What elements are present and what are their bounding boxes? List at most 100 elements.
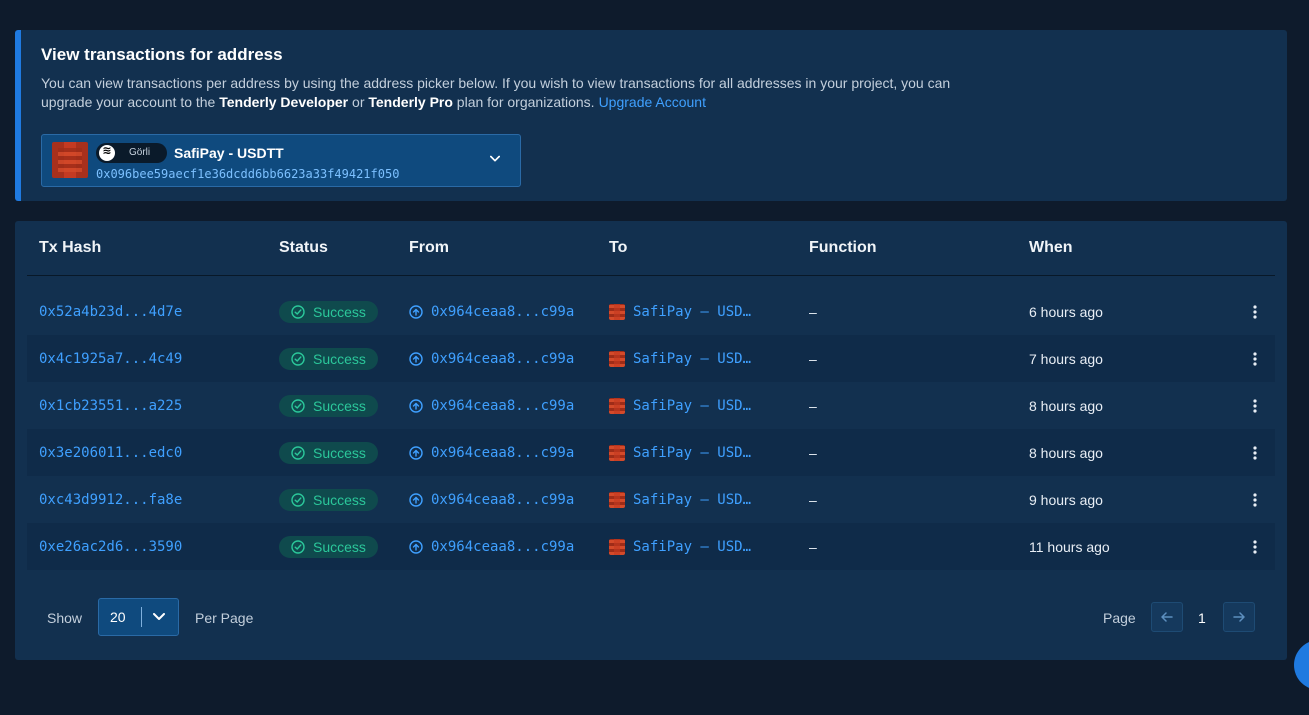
from-address-text: 0x964ceaa8...c99a [431, 538, 575, 555]
when-cell: 7 hours ago [1029, 350, 1103, 367]
status-cell: Success [279, 429, 378, 476]
row-menu-button[interactable] [1245, 335, 1265, 382]
tx-hash-link[interactable]: 0xc43d9912...fa8e [39, 476, 182, 523]
status-cell: Success [279, 382, 378, 429]
to-contract-link[interactable]: SafiPay – USD… [609, 335, 751, 382]
when-cell: 9 hours ago [1029, 491, 1103, 508]
tx-hash-link[interactable]: 0x3e206011...edc0 [39, 429, 182, 476]
function-cell: – [809, 491, 817, 508]
current-page: 1 [1198, 610, 1206, 626]
check-circle-icon [291, 398, 305, 413]
arrow-up-circle-icon [409, 304, 423, 319]
from-address-link[interactable]: 0x964ceaa8...c99a [409, 335, 574, 382]
function-cell: – [809, 444, 817, 461]
table-row[interactable]: 0x1cb23551...a225 Success 0x964ceaa8...c… [27, 382, 1275, 429]
arrow-up-circle-icon [409, 539, 423, 554]
status-text: Success [313, 397, 366, 414]
info-title: View transactions for address [41, 45, 283, 64]
chevron-down-icon [153, 613, 165, 620]
status-badge: Success [279, 488, 378, 511]
info-description: You can view transactions per address by… [41, 74, 971, 112]
function-cell: – [809, 303, 817, 320]
to-contract-link[interactable]: SafiPay – USD… [609, 382, 751, 429]
network-badge: Görli [96, 143, 167, 163]
row-menu-button[interactable] [1245, 523, 1265, 570]
to-contract-text: SafiPay – USD… [633, 303, 752, 320]
next-page-button[interactable] [1223, 602, 1255, 632]
row-menu-button[interactable] [1245, 476, 1265, 523]
table-row[interactable]: 0x52a4b23d...4d7e Success 0x964ceaa8...c… [27, 288, 1275, 335]
contract-avatar [609, 444, 625, 461]
address-info-panel: View transactions for address You can vi… [15, 30, 1287, 201]
from-address-link[interactable]: 0x964ceaa8...c99a [409, 523, 574, 570]
contract-avatar [609, 397, 625, 414]
function-cell: – [809, 538, 817, 555]
table-row[interactable]: 0x4c1925a7...4c49 Success 0x964ceaa8...c… [27, 335, 1275, 382]
to-contract-link[interactable]: SafiPay – USD… [609, 429, 751, 476]
kebab-menu-icon [1253, 492, 1257, 507]
status-badge: Success [279, 535, 378, 558]
kebab-menu-icon [1253, 445, 1257, 460]
when-cell: 11 hours ago [1029, 538, 1110, 555]
function-cell: – [809, 350, 817, 367]
status-text: Success [313, 491, 366, 508]
to-contract-text: SafiPay – USD… [633, 350, 752, 367]
check-circle-icon [291, 539, 305, 554]
upgrade-account-link[interactable]: Upgrade Account [599, 94, 706, 110]
tx-hash-link[interactable]: 0xe26ac2d6...3590 [39, 523, 182, 570]
info-desc-text-2: plan for organizations. [452, 94, 595, 110]
tx-hash-link[interactable]: 0x52a4b23d...4d7e [39, 288, 182, 335]
network-label: Görli [129, 147, 151, 158]
status-badge: Success [279, 347, 378, 370]
contract-address: 0x096bee59aecf1e36dcdd6bb6623a33f49421f0… [96, 167, 400, 181]
page-label: Page [1103, 610, 1136, 626]
header-when: When [1029, 239, 1073, 256]
tx-hash-link[interactable]: 0x1cb23551...a225 [39, 382, 182, 429]
tx-hash-link[interactable]: 0x4c1925a7...4c49 [39, 335, 182, 382]
address-picker[interactable]: Görli SafiPay - USDTT 0x096bee59aecf1e36… [41, 134, 521, 187]
table-row[interactable]: 0xc43d9912...fa8e Success 0x964ceaa8...c… [27, 476, 1275, 523]
kebab-menu-icon [1253, 351, 1257, 366]
kebab-menu-icon [1253, 539, 1257, 554]
table-row[interactable]: 0xe26ac2d6...3590 Success 0x964ceaa8...c… [27, 523, 1275, 570]
contract-avatar [609, 350, 625, 367]
row-menu-button[interactable] [1245, 382, 1265, 429]
table-header: Tx Hash Status From To Function When [27, 221, 1275, 276]
row-menu-button[interactable] [1245, 429, 1265, 476]
to-contract-link[interactable]: SafiPay – USD… [609, 288, 751, 335]
chevron-down-icon [490, 155, 500, 162]
show-label: Show [47, 610, 83, 626]
per-page-label: Per Page [195, 610, 254, 626]
arrow-left-icon [1161, 612, 1173, 622]
arrow-right-icon [1233, 612, 1245, 622]
function-cell: – [809, 397, 817, 414]
from-address-text: 0x964ceaa8...c99a [431, 303, 575, 320]
kebab-menu-icon [1253, 304, 1257, 319]
from-address-link[interactable]: 0x964ceaa8...c99a [409, 476, 574, 523]
from-address-link[interactable]: 0x964ceaa8...c99a [409, 288, 574, 335]
to-contract-link[interactable]: SafiPay – USD… [609, 523, 751, 570]
page-size-value: 20 [110, 609, 126, 625]
arrow-up-circle-icon [409, 398, 423, 413]
when-cell: 8 hours ago [1029, 397, 1103, 414]
help-chat-button[interactable] [1294, 640, 1309, 690]
to-contract-link[interactable]: SafiPay – USD… [609, 476, 751, 523]
contract-avatar [609, 303, 625, 320]
arrow-up-circle-icon [409, 492, 423, 507]
from-address-link[interactable]: 0x964ceaa8...c99a [409, 429, 574, 476]
page-size-select[interactable]: 20 [98, 598, 179, 636]
table-row[interactable]: 0x3e206011...edc0 Success 0x964ceaa8...c… [27, 429, 1275, 476]
when-cell: 6 hours ago [1029, 303, 1103, 320]
status-badge: Success [279, 394, 378, 417]
header-function: Function [809, 239, 877, 256]
prev-page-button[interactable] [1151, 602, 1183, 632]
arrow-up-circle-icon [409, 445, 423, 460]
kebab-menu-icon [1253, 398, 1257, 413]
from-address-link[interactable]: 0x964ceaa8...c99a [409, 382, 574, 429]
row-menu-button[interactable] [1245, 288, 1265, 335]
header-tx-hash: Tx Hash [39, 239, 102, 256]
status-text: Success [313, 538, 366, 555]
info-desc-or: or [348, 94, 369, 110]
plan-developer: Tenderly Developer [219, 94, 349, 110]
check-circle-icon [291, 492, 305, 507]
